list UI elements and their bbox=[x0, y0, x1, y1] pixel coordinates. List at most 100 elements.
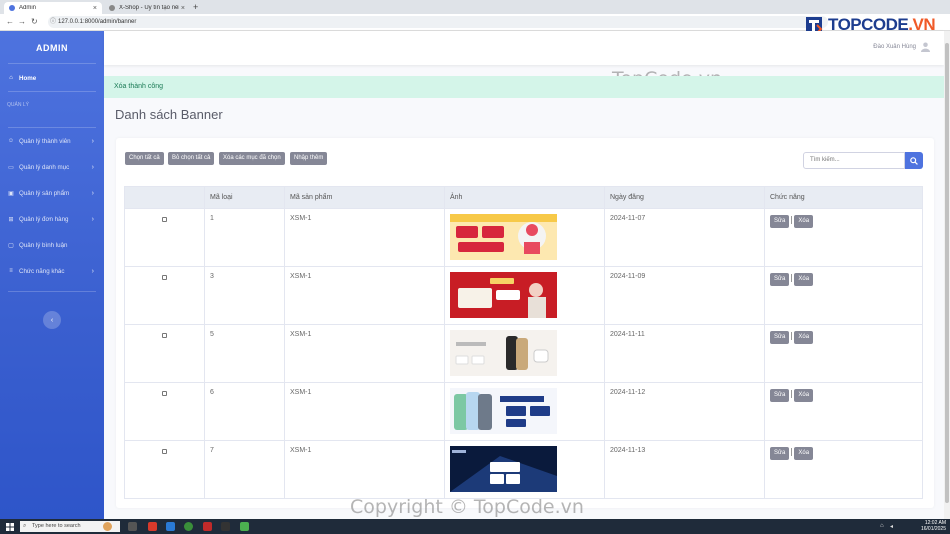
network-icon[interactable]: ⌂ bbox=[880, 523, 884, 529]
tab-close-icon[interactable]: × bbox=[93, 5, 97, 12]
sidebar-item-members[interactable]: ☺ Quản lý thành viên › bbox=[0, 134, 104, 148]
select-cell bbox=[124, 266, 205, 325]
actions-cell: Sửa Xóa bbox=[764, 440, 923, 499]
delete-selected-button[interactable]: Xóa các mục đã chọn bbox=[219, 152, 285, 165]
chevron-right-icon: › bbox=[91, 189, 94, 197]
sidebar-item-home[interactable]: ⌂ Home bbox=[0, 71, 104, 85]
user-icon: ☺ bbox=[7, 138, 15, 144]
sidebar-toggle-button[interactable]: ‹ bbox=[43, 311, 61, 329]
topbar: Đào Xuân Hùng bbox=[104, 31, 944, 65]
category-id-cell: 1 bbox=[204, 208, 285, 267]
app-icon[interactable] bbox=[203, 522, 212, 531]
weather-icon[interactable] bbox=[103, 522, 112, 531]
chevron-right-icon: › bbox=[91, 215, 94, 223]
sidebar-item-categories[interactable]: ▭ Quản lý danh mục › bbox=[0, 160, 104, 174]
sidebar-brand[interactable]: ADMIN bbox=[0, 43, 104, 53]
search-icon: ⌕ bbox=[23, 523, 27, 529]
select-all-button[interactable]: Chọn tất cả bbox=[125, 152, 164, 165]
table-row: 3 XSM-1 2024-11-09 Sửa Xóa bbox=[124, 266, 923, 325]
sidebar-item-orders[interactable]: ⊞ Quản lý đơn hàng › bbox=[0, 212, 104, 226]
delete-button[interactable]: Xóa bbox=[794, 389, 814, 402]
chevron-right-icon: › bbox=[91, 267, 94, 275]
page-title: Danh sách Banner bbox=[115, 107, 223, 122]
sidebar-item-comments[interactable]: ▢ Quản lý bình luận bbox=[0, 238, 104, 252]
image-cell bbox=[444, 266, 605, 325]
delete-button[interactable]: Xóa bbox=[794, 273, 814, 286]
page-scrollbar[interactable] bbox=[944, 31, 950, 519]
banner-image-reno bbox=[450, 272, 557, 318]
edit-button[interactable]: Sửa bbox=[770, 389, 790, 402]
deselect-all-button[interactable]: Bỏ chọn tất cả bbox=[168, 152, 215, 165]
actions-cell: Sửa Xóa bbox=[764, 266, 923, 325]
task-view-icon[interactable] bbox=[128, 522, 137, 531]
sidebar-divider bbox=[8, 91, 96, 92]
image-cell bbox=[444, 382, 605, 441]
add-new-button[interactable]: Nhập thêm bbox=[290, 152, 328, 165]
site-info-icon[interactable]: ⓘ bbox=[50, 16, 56, 28]
reload-icon[interactable]: ↻ bbox=[31, 17, 38, 26]
edit-button[interactable]: Sửa bbox=[770, 273, 790, 286]
row-checkbox[interactable] bbox=[162, 217, 167, 222]
delete-button[interactable]: Xóa bbox=[794, 447, 814, 460]
table-row: 7 XSM-1 2024-11-13 Sửa Xóa bbox=[124, 440, 923, 499]
row-checkbox[interactable] bbox=[162, 391, 167, 396]
column-header: Ảnh bbox=[444, 186, 605, 209]
action-divider bbox=[791, 448, 793, 457]
select-cell bbox=[124, 382, 205, 441]
sidebar-item-label: Quản lý đơn hàng bbox=[19, 215, 69, 223]
home-icon: ⌂ bbox=[9, 75, 13, 81]
sidebar-item-other[interactable]: ≡ Chức năng khác › bbox=[0, 264, 104, 278]
cart-icon: ⊞ bbox=[8, 216, 14, 223]
action-divider bbox=[791, 332, 793, 341]
forward-icon[interactable]: → bbox=[18, 17, 26, 26]
sidebar-item-products[interactable]: ▣ Quản lý sản phẩm › bbox=[0, 186, 104, 200]
row-checkbox[interactable] bbox=[162, 449, 167, 454]
browser-tab-admin[interactable]: Admin × bbox=[4, 2, 102, 14]
select-cell bbox=[124, 440, 205, 499]
sidebar-item-label: Chức năng khác bbox=[19, 267, 65, 275]
delete-button[interactable]: Xóa bbox=[794, 215, 814, 228]
edit-button[interactable]: Sửa bbox=[770, 331, 790, 344]
category-id-cell: 3 bbox=[204, 266, 285, 325]
user-avatar-icon[interactable] bbox=[921, 42, 930, 52]
chevron-right-icon: › bbox=[91, 137, 94, 145]
category-id-cell: 7 bbox=[204, 440, 285, 499]
user-name[interactable]: Đào Xuân Hùng bbox=[873, 44, 916, 50]
search-input[interactable]: Tìm kiếm... bbox=[803, 152, 905, 169]
table-header-row: Mã loại Mã sản phẩm Ảnh Ngày đăng Chức n… bbox=[124, 186, 923, 209]
search-icon bbox=[910, 156, 918, 165]
scrollbar-thumb[interactable] bbox=[945, 43, 949, 503]
search-button[interactable] bbox=[905, 152, 923, 169]
browser-tab-xshop[interactable]: X-Shop - Uy tín tạo nên thươn... × bbox=[104, 2, 190, 14]
back-icon[interactable]: ← bbox=[6, 17, 14, 26]
vscode-icon[interactable] bbox=[166, 522, 175, 531]
url-field[interactable]: ⓘ 127.0.0.1:8000/admin/banner bbox=[48, 16, 828, 28]
category-id-cell: 5 bbox=[204, 324, 285, 383]
new-tab-icon[interactable]: + bbox=[193, 2, 198, 12]
app-icon[interactable] bbox=[240, 522, 249, 531]
app-icon[interactable] bbox=[148, 522, 157, 531]
box-icon: ▣ bbox=[8, 190, 14, 197]
windows-start-icon[interactable] bbox=[6, 523, 14, 531]
chrome-icon[interactable] bbox=[184, 522, 193, 531]
sidebar: ADMIN ⌂ Home QUẢN LÝ ☺ Quản lý thành viê… bbox=[0, 31, 104, 519]
system-clock[interactable]: 12:02 AM 16/01/2025 bbox=[921, 520, 946, 532]
column-header bbox=[124, 186, 205, 209]
delete-button[interactable]: Xóa bbox=[794, 331, 814, 344]
actions-cell: Sửa Xóa bbox=[764, 324, 923, 383]
banner-image-red-yellow bbox=[450, 214, 557, 260]
posted-date-cell: 2024-11-07 bbox=[604, 208, 765, 267]
sidebar-divider bbox=[8, 127, 96, 128]
row-checkbox[interactable] bbox=[162, 333, 167, 338]
url-text: 127.0.0.1:8000/admin/banner bbox=[58, 19, 137, 25]
posted-date-cell: 2024-11-11 bbox=[604, 324, 765, 383]
row-checkbox[interactable] bbox=[162, 275, 167, 280]
edit-button[interactable]: Sửa bbox=[770, 447, 790, 460]
terminal-icon[interactable] bbox=[221, 522, 230, 531]
volume-icon[interactable]: ◂ bbox=[890, 523, 893, 530]
table-row: 6 XSM-1 2024-11-12 Sửa Xóa bbox=[124, 382, 923, 441]
edit-button[interactable]: Sửa bbox=[770, 215, 790, 228]
copyright-watermark: Copyright © TopCode.vn bbox=[350, 496, 584, 518]
tab-close-icon[interactable]: × bbox=[181, 5, 185, 12]
tab-favicon-icon bbox=[109, 5, 115, 11]
